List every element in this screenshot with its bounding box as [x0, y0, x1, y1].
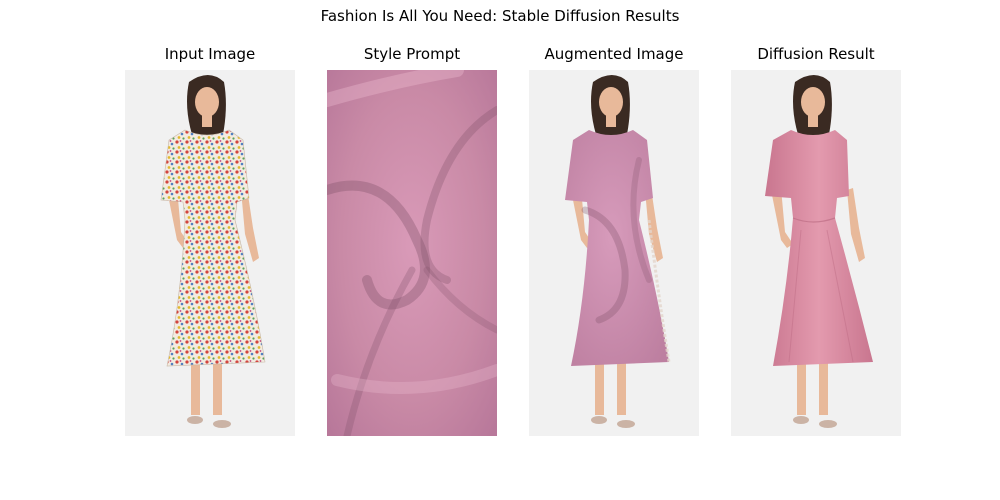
augmented-image — [529, 70, 699, 436]
model-pink-dress-illustration — [765, 75, 873, 428]
panel-diffusion-result: Diffusion Result — [731, 44, 901, 436]
figure-title: Fashion Is All You Need: Stable Diffusio… — [320, 7, 680, 25]
panel-style-prompt: Style Prompt — [327, 44, 497, 436]
panel-title: Style Prompt — [363, 45, 461, 63]
diffusion-result-image — [731, 70, 901, 436]
panel-title: Diffusion Result — [757, 45, 875, 63]
model-floral-dress-illustration — [160, 75, 266, 428]
model-texture-mapped-dress-illustration — [565, 75, 671, 428]
panel-augmented-image: Augmented Image — [529, 44, 699, 436]
panel-input-image: Input Image — [125, 44, 295, 436]
pink-fabric-swirl-illustration — [327, 70, 497, 436]
panel-title: Augmented Image — [544, 45, 684, 63]
style-prompt-image — [327, 70, 497, 436]
input-image — [125, 70, 295, 436]
panel-title: Input Image — [164, 45, 256, 63]
